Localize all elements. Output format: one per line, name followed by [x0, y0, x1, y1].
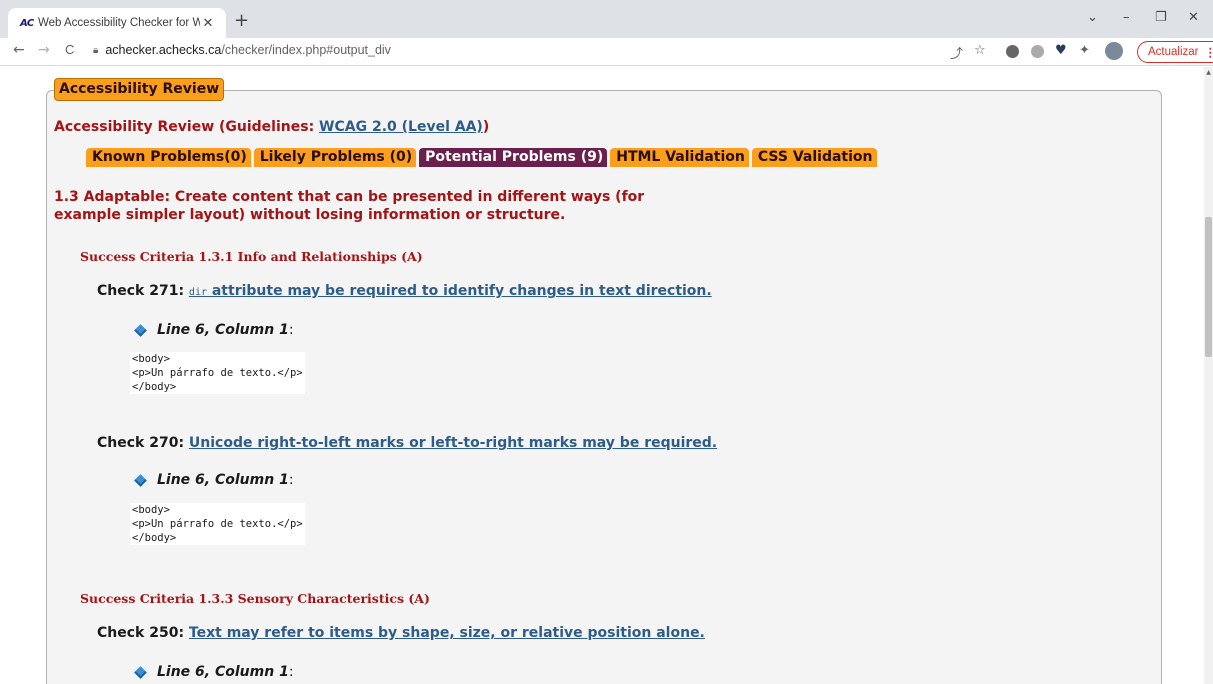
success-criteria-1-3-3-title: Success Criteria 1.3.3 Sensory Character…	[80, 591, 430, 606]
lock-icon: 🔒︎	[93, 44, 99, 56]
check-250: Check 250: Text may refer to items by sh…	[97, 625, 705, 641]
check-250-location-suffix: :	[288, 664, 294, 680]
tab-title: Web Accessibility Checker for W	[38, 17, 200, 29]
menu-kebab-icon: ⋮	[1204, 47, 1213, 59]
success-criteria-1-3-1-title: Success Criteria 1.3.1 Info and Relation…	[80, 249, 423, 264]
guidelines-suffix: )	[482, 119, 490, 135]
guidelines-heading: Accessibility Review (Guidelines: WCAG 2…	[54, 119, 489, 135]
extension-gray-icon[interactable]	[1031, 45, 1044, 58]
browser-toolbar: ← → C 🔒︎ achecker.achecks.ca/checker/ind…	[0, 38, 1213, 66]
check-250-link[interactable]: Text may refer to items by shape, size, …	[189, 625, 705, 641]
diamond-bullet-icon	[134, 323, 147, 337]
scrollbar-thumb[interactable]	[1205, 217, 1212, 357]
guidelines-prefix: Accessibility Review (Guidelines:	[54, 119, 320, 135]
restore-icon[interactable]: ❐	[1155, 10, 1167, 25]
diamond-bullet-icon	[134, 665, 147, 679]
browser-tab-strip: AC Web Accessibility Checker for W ✕ + ⌄…	[0, 0, 1213, 38]
guidelines-link[interactable]: WCAG 2.0 (Level AA)	[319, 119, 483, 135]
check-271-link-text: attribute may be required to identify ch…	[206, 283, 712, 299]
check-270-location: Line 6, Column 1:	[134, 472, 294, 488]
share-icon[interactable]: ⤴	[950, 43, 963, 62]
check-271-link[interactable]: dir attribute may be required to identif…	[189, 283, 712, 299]
tab-likely-problems[interactable]: Likely Problems (0)	[253, 148, 417, 167]
tab-search-chevron-icon[interactable]: ⌄	[1087, 10, 1098, 25]
minimize-icon[interactable]: –	[1123, 10, 1130, 25]
tab-potential-problems[interactable]: Potential Problems (9)	[419, 148, 608, 167]
achecker-favicon-icon: AC	[20, 17, 34, 29]
check-250-prefix: Check 250:	[97, 625, 189, 641]
check-270-location-suffix: :	[288, 472, 294, 488]
diamond-bullet-icon	[134, 473, 147, 487]
page-scrollbar[interactable]: ▲	[1204, 67, 1213, 684]
check-271-code-snippet: <body> <p>Un párrafo de texto.</p> </bod…	[130, 352, 305, 394]
update-button[interactable]: Actualizar ⋮	[1137, 41, 1213, 63]
check-270-prefix: Check 270:	[97, 435, 189, 451]
check-270-code-snippet: <body> <p>Un párrafo de texto.</p> </bod…	[130, 503, 305, 545]
check-270-link[interactable]: Unicode right-to-left marks or left-to-r…	[189, 435, 717, 451]
check-271-prefix: Check 271:	[97, 283, 189, 299]
check-250-location-text: Line 6, Column 1	[157, 664, 289, 680]
check-271-code: dir	[188, 287, 207, 298]
result-tabs: Known Problems(0) Likely Problems (0) Po…	[86, 148, 880, 167]
check-270: Check 270: Unicode right-to-left marks o…	[97, 435, 717, 451]
check-270-location-text: Line 6, Column 1	[157, 472, 289, 488]
bookmark-star-icon[interactable]: ☆	[974, 43, 986, 58]
guideline-section-heading: 1.3 Adaptable: Create content that can b…	[54, 189, 645, 223]
tab-css-validation[interactable]: CSS Validation	[751, 148, 877, 167]
close-tab-icon[interactable]: ✕	[200, 16, 216, 31]
review-legend: Accessibility Review	[54, 78, 225, 101]
url-host: achecker.achecks.ca	[105, 43, 222, 57]
extensions-puzzle-icon[interactable]: ✦	[1079, 43, 1090, 58]
reload-icon[interactable]: C	[65, 42, 74, 57]
url-path: /checker/index.php#output_div	[221, 43, 391, 57]
scroll-up-arrow-icon[interactable]: ▲	[1204, 69, 1213, 76]
back-icon[interactable]: ←	[13, 42, 25, 58]
check-271-location: Line 6, Column 1:	[134, 322, 294, 338]
close-window-icon[interactable]: ✕	[1188, 10, 1199, 25]
extension-wordpress-icon[interactable]	[1006, 45, 1019, 58]
extension-heart-icon[interactable]: ♥	[1055, 43, 1067, 58]
browser-tab[interactable]: AC Web Accessibility Checker for W ✕	[8, 8, 226, 38]
check-271-location-text: Line 6, Column 1	[157, 322, 289, 338]
check-250-location: Line 6, Column 1:	[134, 664, 294, 680]
update-button-label: Actualizar	[1148, 46, 1199, 58]
check-271: Check 271: dir attribute may be required…	[97, 283, 712, 299]
new-tab-icon[interactable]: +	[234, 12, 249, 30]
forward-icon[interactable]: →	[38, 42, 50, 58]
tab-html-validation[interactable]: HTML Validation	[610, 148, 749, 167]
address-bar[interactable]: 🔒︎ achecker.achecks.ca/checker/index.php…	[93, 43, 391, 57]
tab-known-problems[interactable]: Known Problems(0)	[86, 148, 251, 167]
profile-avatar[interactable]	[1105, 42, 1123, 60]
check-271-location-suffix: :	[288, 322, 294, 338]
page-content: Accessibility Review Accessibility Revie…	[0, 67, 1204, 684]
